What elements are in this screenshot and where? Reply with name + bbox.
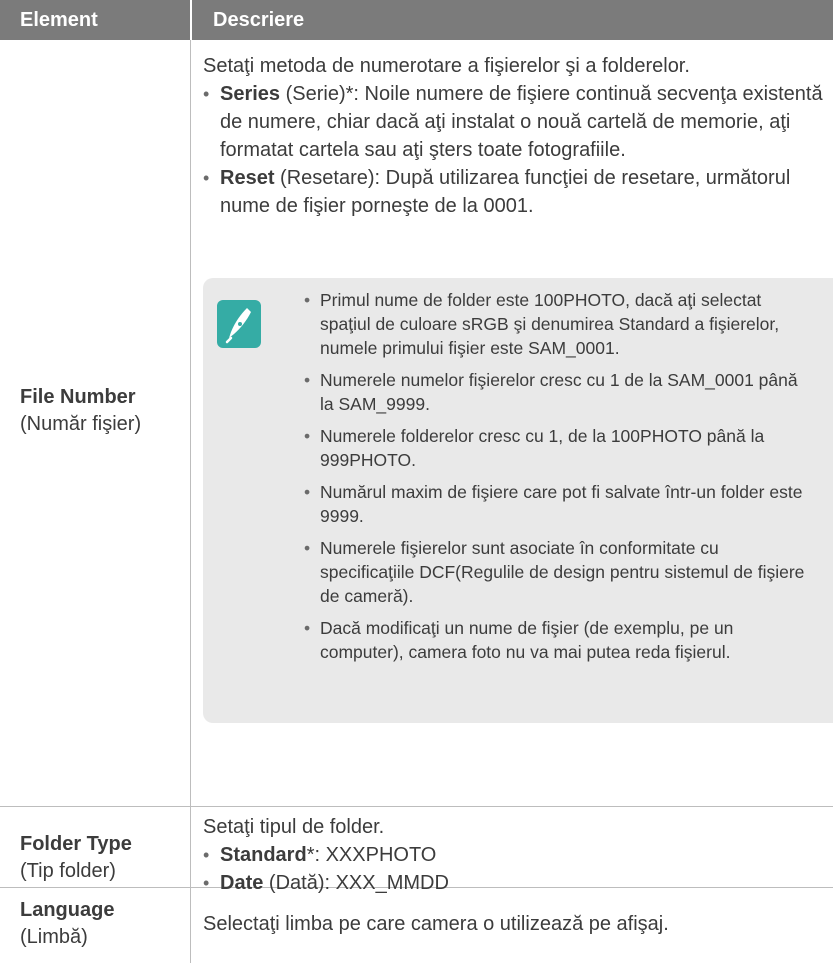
desc-intro: Selectaţi limba pe care camera o utilize… xyxy=(203,913,669,935)
row-desc-language: Selectaţi limba pe care camera o utilize… xyxy=(203,910,823,938)
note-item: Numerele numelor fişierelor cresc cu 1 d… xyxy=(304,368,812,416)
header-divider xyxy=(190,0,192,40)
row-separator xyxy=(0,806,833,807)
desc-intro: Setaţi tipul de folder. xyxy=(203,816,385,838)
element-name: File Number xyxy=(20,386,136,408)
header-description: Descriere xyxy=(213,9,305,31)
column-divider xyxy=(190,888,191,963)
option-item: Reset (Resetare): După utilizarea funcţi… xyxy=(203,164,823,220)
row-label-folder-type: Folder Type (Tip folder) xyxy=(20,831,185,885)
note-item: Numerele folderelor cresc cu 1, de la 10… xyxy=(304,424,812,472)
row-label-language: Language (Limbă) xyxy=(20,897,185,951)
desc-intro: Setaţi metoda de numerotare a fişierelor… xyxy=(203,55,690,77)
note-item: Primul nume de folder este 100PHOTO, dac… xyxy=(304,288,812,360)
note-box: Primul nume de folder este 100PHOTO, dac… xyxy=(203,278,833,723)
header-element: Element xyxy=(20,9,98,31)
note-pen-icon xyxy=(217,300,261,348)
note-item: Numărul maxim de fişiere care pot fi sal… xyxy=(304,480,812,528)
element-name: Folder Type xyxy=(20,833,132,855)
option-item: Series (Serie)*: Noile numere de fişiere… xyxy=(203,80,823,164)
option-item: Standard*: XXXPHOTO xyxy=(203,841,823,869)
row-label-file-number: File Number (Număr fişier) xyxy=(20,384,185,438)
element-name-ro: (Limbă) xyxy=(20,926,88,948)
note-list: Primul nume de folder este 100PHOTO, dac… xyxy=(304,288,812,672)
column-divider xyxy=(190,40,191,807)
option-list: Standard*: XXXPHOTO Date (Dată): XXX_MMD… xyxy=(203,841,823,897)
option-list: Series (Serie)*: Noile numere de fişiere… xyxy=(203,80,823,220)
option-item: Date (Dată): XXX_MMDD xyxy=(203,869,823,897)
table-header: Element Descriere xyxy=(0,0,833,40)
note-item: Numerele fişierelor sunt asociate în con… xyxy=(304,536,812,608)
column-divider xyxy=(190,807,191,887)
element-name-ro: (Număr fişier) xyxy=(20,413,142,435)
row-desc-folder-type: Setaţi tipul de folder. Standard*: XXXPH… xyxy=(203,813,823,897)
row-desc-file-number: Setaţi metoda de numerotare a fişierelor… xyxy=(203,52,823,220)
element-name: Language xyxy=(20,899,115,921)
note-item: Dacă modificaţi un nume de fişier (de ex… xyxy=(304,616,812,664)
element-name-ro: (Tip folder) xyxy=(20,860,116,882)
